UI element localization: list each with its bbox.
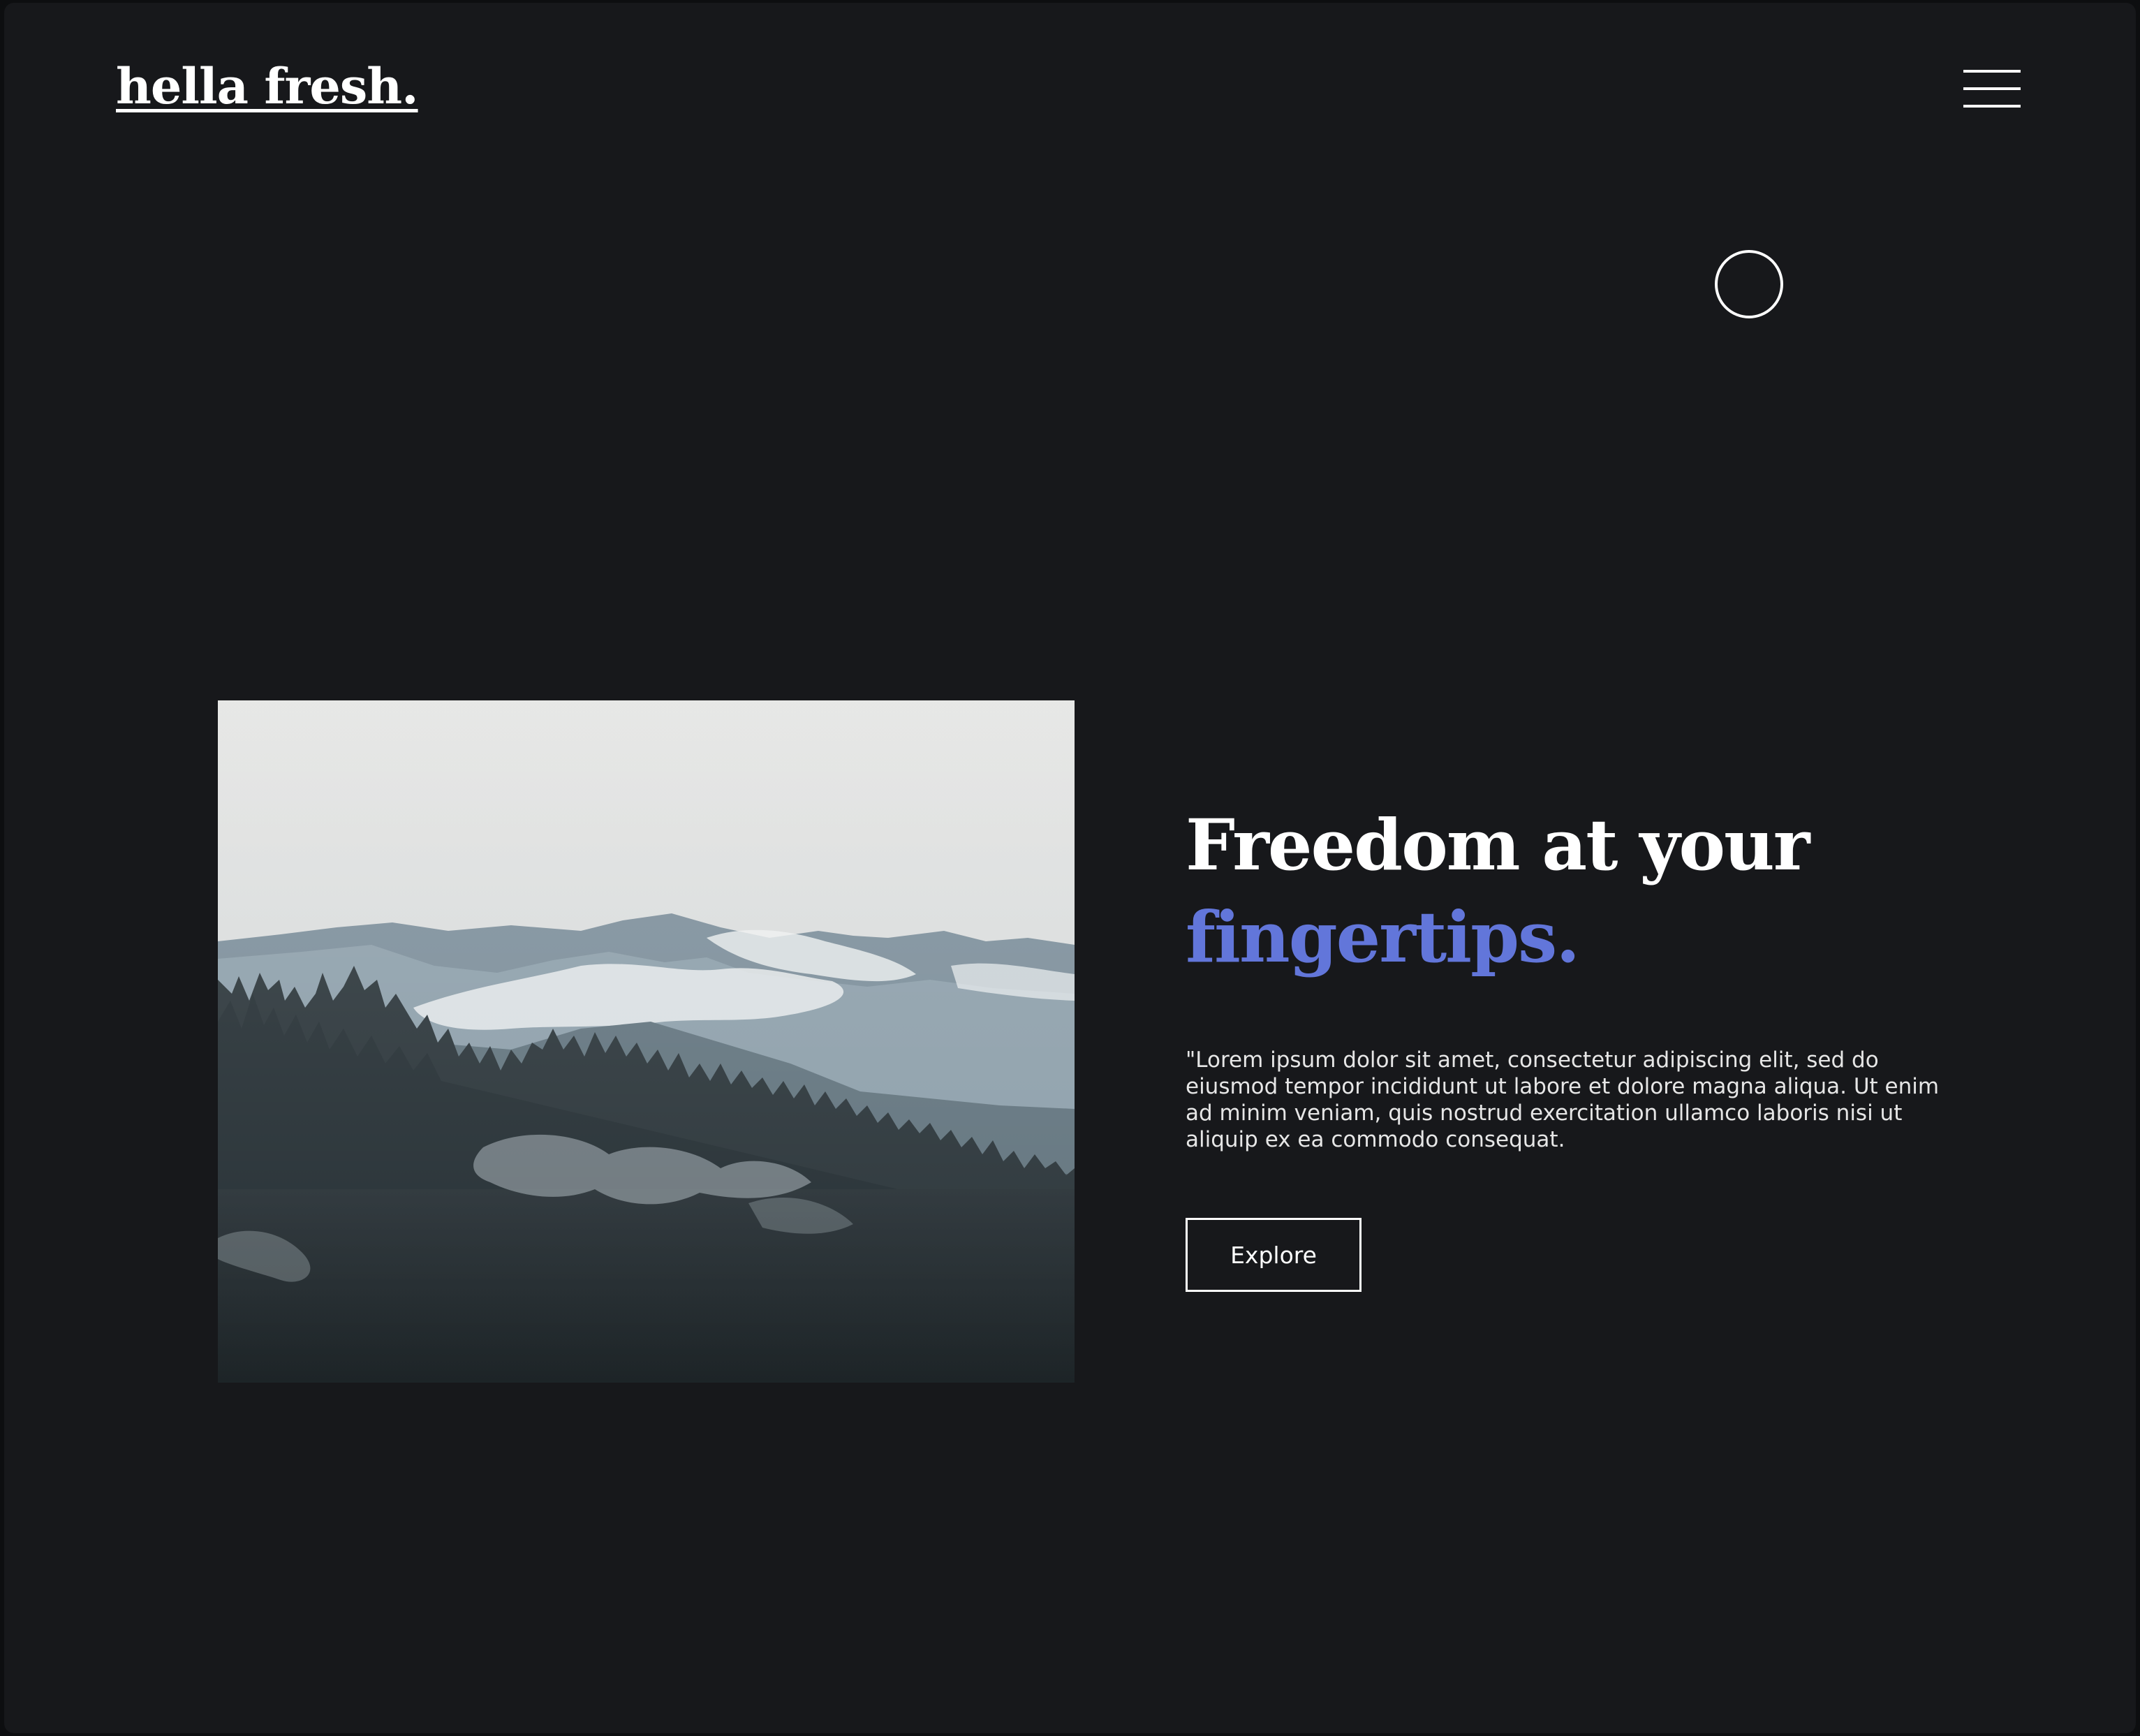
menu-line — [1963, 87, 2021, 90]
explore-button[interactable]: Explore — [1186, 1218, 1362, 1292]
hero-image — [218, 700, 1075, 1383]
headline-line-1: Freedom at your — [1186, 804, 1810, 886]
menu-line — [1963, 70, 2021, 73]
hero-body-text: "Lorem ipsum dolor sit amet, consectetur… — [1186, 1047, 1940, 1152]
headline-line-2-accent: fingertips. — [1186, 896, 1580, 978]
forest-mountains-picture — [218, 700, 1075, 1383]
circle-cursor-icon — [1715, 250, 1783, 318]
hamburger-menu-icon[interactable] — [1963, 70, 2021, 109]
page-window: hella fresh. Freedom at your fingertips.… — [4, 3, 2136, 1733]
logo-link[interactable]: hella fresh. — [116, 57, 419, 115]
menu-line — [1963, 105, 2021, 108]
hero-headline: Freedom at your fingertips. — [1186, 799, 1810, 983]
